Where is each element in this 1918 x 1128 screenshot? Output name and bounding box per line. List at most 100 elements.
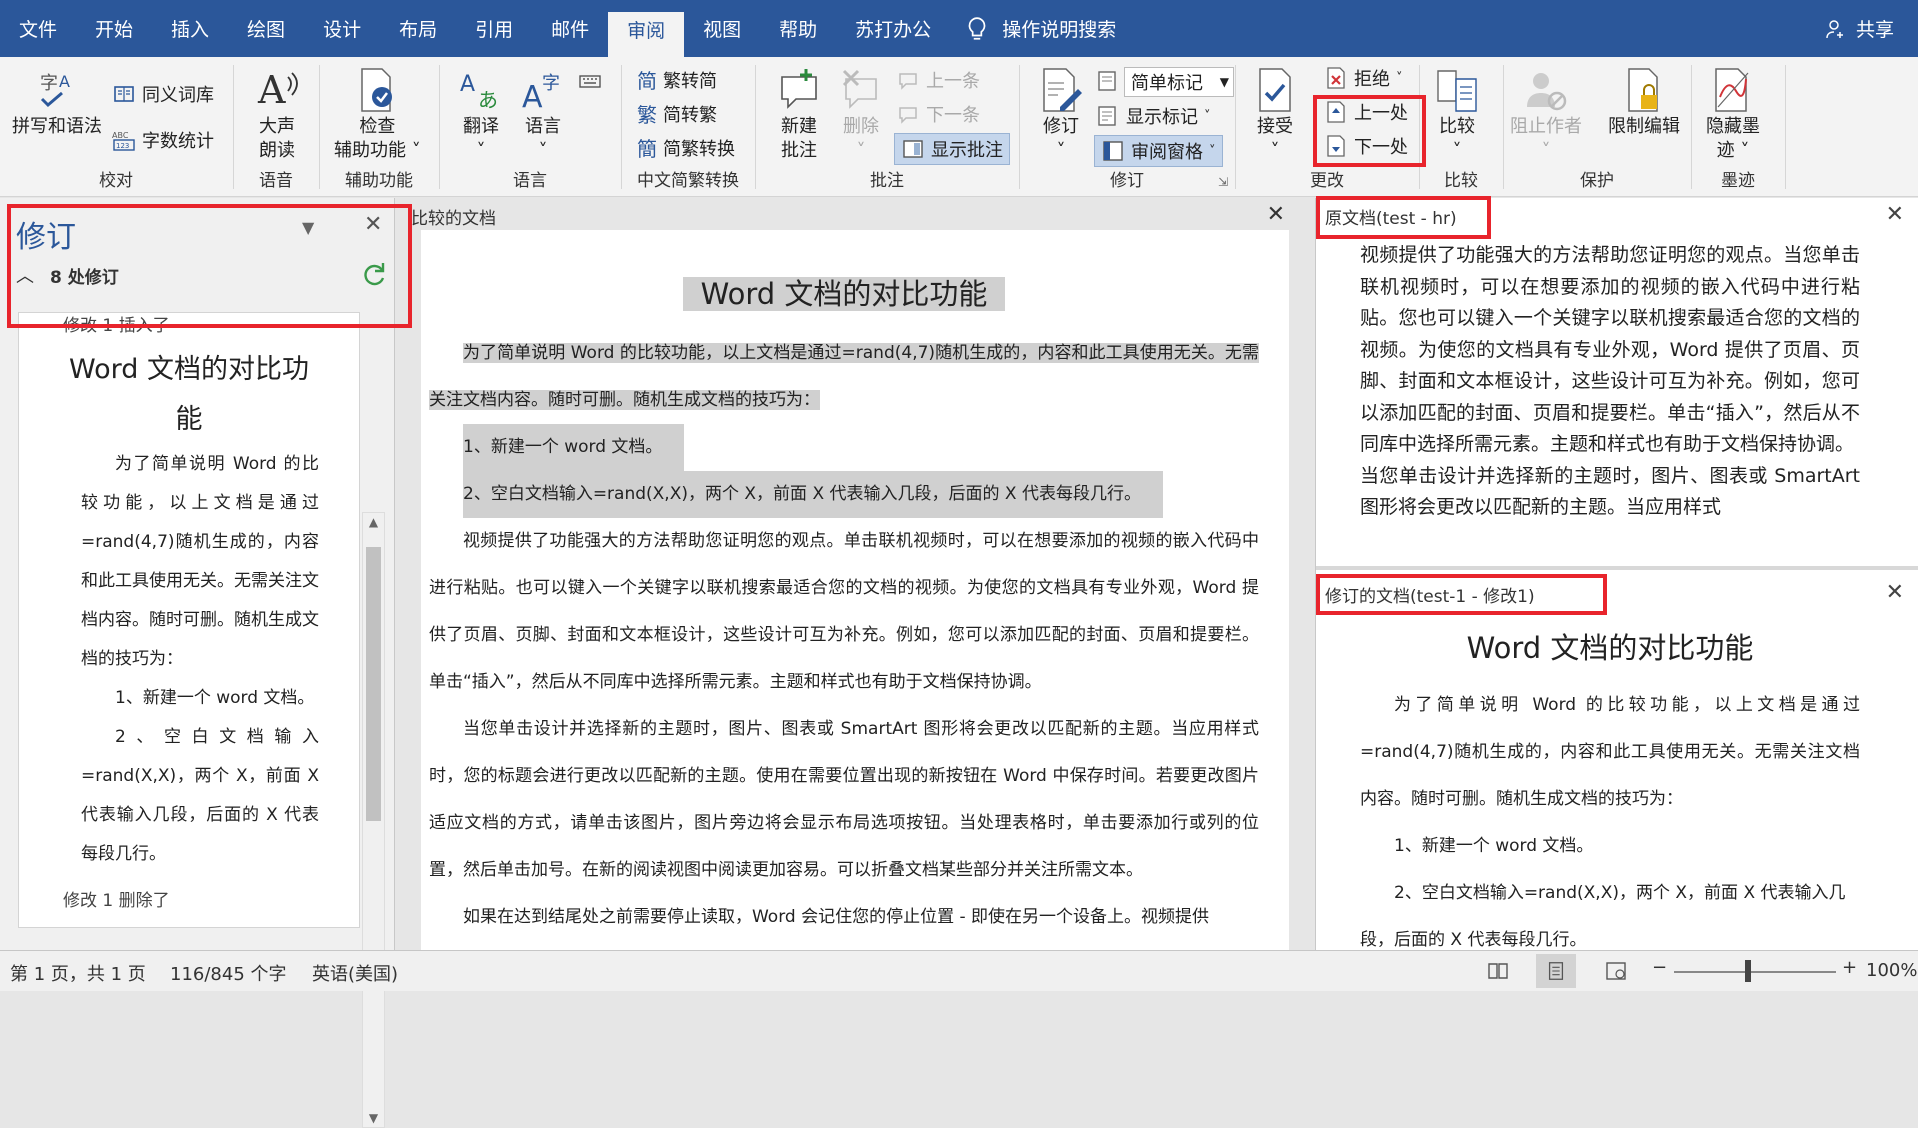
language-button[interactable]: A字 语言 ˅: [520, 67, 566, 163]
zoom-slider-thumb[interactable]: [1745, 960, 1751, 982]
delete-comment-button[interactable]: 删除 ˅: [838, 67, 884, 163]
pane-options-icon[interactable]: ▼: [302, 218, 314, 237]
zoom-out-button[interactable]: −: [1652, 957, 1667, 978]
compare-icon: [1434, 67, 1480, 113]
svg-text:123: 123: [116, 142, 129, 150]
keyboard-icon[interactable]: [578, 69, 602, 93]
compare-chevron-icon: ˅: [1452, 140, 1462, 161]
review-ribbon: 字A 拼写和语法 同义词库 ABC 123 字数统计 校对 A 大声 朗读 语音 …: [0, 57, 1918, 258]
tab-draw[interactable]: 绘图: [228, 0, 304, 57]
previous-change-button[interactable]: 上一处: [1324, 99, 1408, 125]
next-comment-button[interactable]: 下一条: [896, 101, 980, 127]
new-comment-button[interactable]: 新建 批注: [776, 67, 822, 163]
share-button[interactable]: 共享: [1824, 0, 1894, 57]
tab-layout[interactable]: 布局: [380, 0, 456, 57]
chinese-convert-button[interactable]: 簡 简繁转换: [637, 133, 735, 162]
lightbulb-icon: [964, 16, 990, 42]
tab-view[interactable]: 视图: [684, 0, 760, 57]
reviewing-pane-button[interactable]: 审阅窗格 ˅: [1094, 135, 1223, 167]
markup-display-icon: [1096, 69, 1120, 93]
zoom-level[interactable]: 100%: [1866, 960, 1917, 981]
revision-item-text: 1、新建一个 word 文档。: [115, 688, 315, 708]
close-revisions-pane-icon[interactable]: ✕: [364, 212, 382, 237]
tell-me-search[interactable]: 操作说明搜索: [950, 0, 1135, 57]
read-mode-icon[interactable]: [1486, 959, 1510, 988]
revisions-scrollbar[interactable]: ▲ ▼: [362, 512, 385, 1128]
track-chevron-icon: ˅: [1056, 140, 1066, 161]
accept-button[interactable]: 接受 ˅: [1252, 67, 1298, 163]
language-icon: A字: [520, 67, 566, 115]
block-authors-button[interactable]: 阻止作者 ˅: [1510, 67, 1582, 163]
restrict-editing-button[interactable]: 限制编辑: [1608, 67, 1680, 139]
check-accessibility-button[interactable]: 检查 辅助功能 ˅: [334, 67, 421, 163]
revised-document-text[interactable]: Word 文档的对比功能 为了简单说明 Word 的比较功能，以上文档是通过=r…: [1360, 624, 1860, 950]
compared-document-pane: 比较的文档 ✕ Word 文档的对比功能 为了简单说明 Word 的比较功能，以…: [405, 198, 1289, 950]
tab-insert[interactable]: 插入: [152, 0, 228, 57]
web-layout-icon[interactable]: [1604, 959, 1628, 988]
reject-label: 拒绝: [1354, 69, 1390, 90]
scroll-down-icon[interactable]: ▼: [363, 1111, 384, 1125]
group-speech: A 大声 朗读 语音: [234, 61, 318, 193]
svg-text:A: A: [522, 80, 543, 113]
show-markup-button[interactable]: 显示标记 ˅: [1096, 103, 1211, 129]
track-changes-button[interactable]: 修订 ˅: [1038, 67, 1084, 163]
simp-to-trad-button[interactable]: 繁 简转繁: [637, 99, 717, 128]
tab-file[interactable]: 文件: [0, 0, 76, 57]
show-comments-toggle[interactable]: 显示批注: [894, 133, 1010, 165]
scroll-thumb[interactable]: [366, 547, 381, 821]
refresh-icon[interactable]: [360, 260, 388, 288]
show-markup-chevron-icon: ˅: [1204, 108, 1211, 124]
revision-item-label[interactable]: 修改 1 删除了: [19, 888, 359, 914]
tab-review[interactable]: 审阅: [608, 12, 685, 57]
trad-to-simp-button[interactable]: 简 繁转简: [637, 65, 717, 94]
close-original-doc-icon[interactable]: ✕: [1886, 202, 1904, 227]
revision-item-label[interactable]: 修改 1 插入了: [19, 313, 359, 339]
restrict-editing-label: 限制编辑: [1608, 116, 1680, 137]
original-paragraph: 当您单击设计并选择新的主题时，图片、图表或 SmartArt 图形将会更改以匹配…: [1360, 464, 1860, 519]
next-comment-label: 下一条: [926, 105, 980, 126]
original-paragraph: 视频提供了功能强大的方法帮助您证明您的观点。当您单击联机视频时，可以在想要添加的…: [1360, 244, 1860, 455]
tab-soda-office[interactable]: 苏打办公: [836, 0, 950, 57]
close-revised-doc-icon[interactable]: ✕: [1886, 580, 1904, 605]
prev-comment-button[interactable]: 上一条: [896, 67, 980, 93]
convert-icon: 簡: [637, 137, 657, 161]
original-document-text[interactable]: 视频提供了功能强大的方法帮助您证明您的观点。当您单击联机视频时，可以在想要添加的…: [1360, 240, 1860, 570]
read-aloud-button[interactable]: A 大声 朗读: [254, 67, 300, 163]
page-count[interactable]: 第 1 页，共 1 页: [10, 960, 146, 986]
read-aloud-icon: A: [254, 67, 300, 113]
group-compare: 比较 ˅ 比较: [1420, 61, 1502, 193]
compare-button[interactable]: 比较 ˅: [1434, 67, 1480, 163]
markup-select[interactable]: 简单标记 ▼: [1124, 67, 1234, 97]
tab-help[interactable]: 帮助: [760, 0, 836, 57]
compared-doc-title: 比较的文档: [411, 209, 496, 229]
zoom-in-button[interactable]: +: [1842, 957, 1857, 978]
hide-ink-label-2: 迹 ˅: [1716, 140, 1750, 161]
accept-label: 接受: [1257, 116, 1293, 137]
print-layout-icon[interactable]: [1536, 954, 1576, 988]
doc-heading: Word 文档的对比功能: [429, 264, 1259, 324]
tab-design[interactable]: 设计: [304, 0, 380, 57]
revision-count-toggle[interactable]: ︿ 8 处修订: [16, 262, 119, 288]
thesaurus-button[interactable]: 同义词库: [112, 81, 214, 107]
word-count[interactable]: 116/845 个字: [170, 960, 287, 986]
hide-ink-button[interactable]: 隐藏墨 迹 ˅: [1706, 67, 1760, 163]
translate-button[interactable]: Aあ 翻译 ˅: [458, 67, 504, 163]
tab-home[interactable]: 开始: [76, 0, 152, 57]
group-title-chinese: 中文简繁转换: [637, 171, 739, 191]
zoom-slider-track[interactable]: [1674, 971, 1836, 973]
close-compared-doc-icon[interactable]: ✕: [1267, 202, 1285, 227]
revisions-list[interactable]: 修改 1 插入了 Word 文档的对比功能 为了简单说明 Word 的比较功能，…: [18, 312, 360, 928]
language-status[interactable]: 英语(美国): [312, 960, 398, 986]
dialog-launcher-icon[interactable]: ⇲: [1218, 175, 1228, 189]
next-change-button[interactable]: 下一处: [1324, 133, 1408, 159]
spelling-grammar-button[interactable]: 字A 拼写和语法: [12, 67, 102, 139]
scroll-up-icon[interactable]: ▲: [363, 515, 384, 529]
word-count-button[interactable]: ABC 123 字数统计: [112, 127, 214, 153]
pane-splitter[interactable]: [1316, 566, 1918, 570]
translate-icon: Aあ: [458, 67, 504, 113]
tab-mailings[interactable]: 邮件: [532, 0, 608, 57]
compared-document-page[interactable]: Word 文档的对比功能 为了简单说明 Word 的比较功能，以上文档是通过=r…: [421, 230, 1289, 950]
new-comment-label-1: 新建: [781, 116, 817, 137]
reject-button[interactable]: 拒绝 ˅: [1324, 65, 1403, 91]
tab-references[interactable]: 引用: [456, 0, 532, 57]
